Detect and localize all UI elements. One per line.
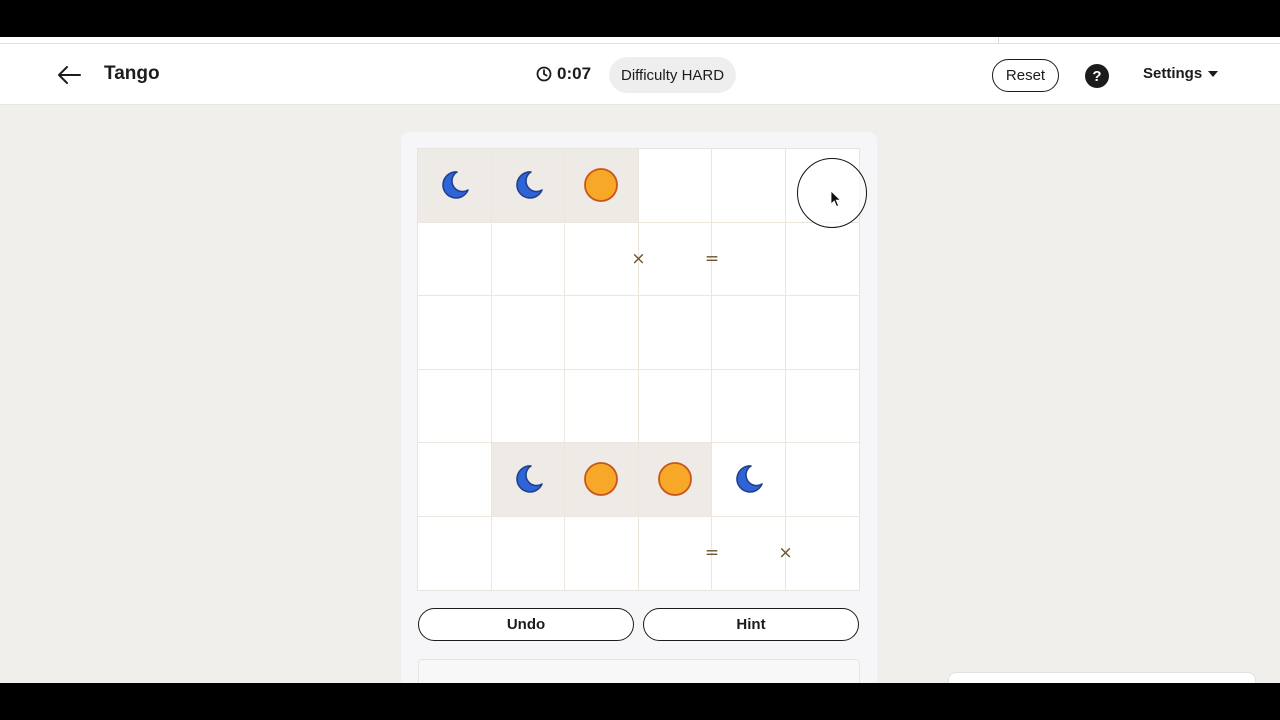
board-cell[interactable]	[491, 296, 565, 370]
board-cell[interactable]	[492, 516, 565, 590]
board-cell[interactable]	[638, 149, 712, 223]
equal-constraint: =	[704, 249, 720, 270]
board-cell[interactable]	[712, 443, 786, 517]
settings-menu[interactable]: Settings	[1143, 65, 1219, 82]
board-cell[interactable]	[712, 296, 786, 370]
opposite-constraint: ×	[778, 543, 793, 564]
board-cell[interactable]	[712, 516, 786, 590]
board-cell[interactable]	[786, 517, 860, 591]
game-title: Tango	[104, 63, 160, 84]
board-cell[interactable]	[491, 222, 565, 296]
board-cell[interactable]	[785, 370, 859, 443]
board-cell[interactable]	[418, 516, 492, 590]
game-board: × = = ×	[417, 148, 860, 591]
board-cell[interactable]	[418, 222, 492, 296]
board-cell[interactable]	[565, 296, 639, 370]
board-cell[interactable]	[638, 222, 712, 296]
board-cell[interactable]	[785, 223, 859, 296]
settings-label: Settings	[1143, 65, 1203, 82]
opposite-constraint: ×	[631, 249, 646, 270]
mouse-pointer-icon	[830, 190, 842, 208]
board-cell[interactable]	[712, 369, 786, 443]
sun-icon	[584, 168, 619, 203]
board-cell[interactable]	[638, 443, 712, 517]
board-cell[interactable]	[491, 369, 565, 443]
board-cell[interactable]	[418, 296, 492, 370]
letterbox-bottom	[0, 683, 1280, 720]
board-cell[interactable]	[639, 516, 712, 590]
game-header: Tango 0:07 Difficulty HARD Reset ? Setti…	[0, 44, 1280, 105]
board-cell[interactable]	[785, 296, 859, 370]
board-cell[interactable]	[712, 149, 786, 223]
board-cell[interactable]	[785, 443, 859, 517]
moon-icon	[736, 465, 764, 494]
board-cell[interactable]	[418, 443, 492, 517]
board-cell[interactable]	[565, 516, 639, 590]
board-cell[interactable]	[491, 149, 565, 223]
moon-icon	[515, 465, 543, 494]
board-cell[interactable]	[565, 443, 639, 517]
moon-icon	[515, 171, 543, 200]
hint-button[interactable]: Hint	[643, 608, 859, 641]
equal-constraint: =	[704, 543, 720, 564]
timer: 0:07	[536, 64, 591, 84]
undo-button[interactable]: Undo	[418, 608, 634, 641]
timer-value: 0:07	[557, 64, 592, 83]
board-cell[interactable]	[418, 149, 492, 223]
board-cell[interactable]	[565, 369, 639, 443]
letterbox-top	[0, 0, 1280, 37]
browser-strip	[0, 37, 1280, 44]
sun-icon	[584, 462, 619, 497]
moon-icon	[442, 171, 470, 200]
difficulty-badge: Difficulty HARD	[609, 57, 737, 93]
reset-button[interactable]: Reset	[992, 59, 1059, 92]
board-cell[interactable]	[565, 149, 639, 223]
strip-separator	[998, 37, 999, 44]
sun-icon	[657, 462, 692, 497]
board-cell[interactable]	[565, 222, 639, 296]
board-cell[interactable]	[638, 369, 712, 443]
back-button[interactable]	[54, 60, 84, 90]
caret-down-icon	[1208, 70, 1219, 77]
board-cell[interactable]	[712, 222, 786, 296]
arrow-left-icon	[58, 66, 81, 84]
clock-icon	[536, 66, 552, 82]
board-cell[interactable]	[491, 443, 565, 517]
board-cell[interactable]	[638, 296, 712, 370]
board-cell[interactable]	[418, 369, 492, 443]
help-icon[interactable]: ?	[1085, 64, 1109, 88]
